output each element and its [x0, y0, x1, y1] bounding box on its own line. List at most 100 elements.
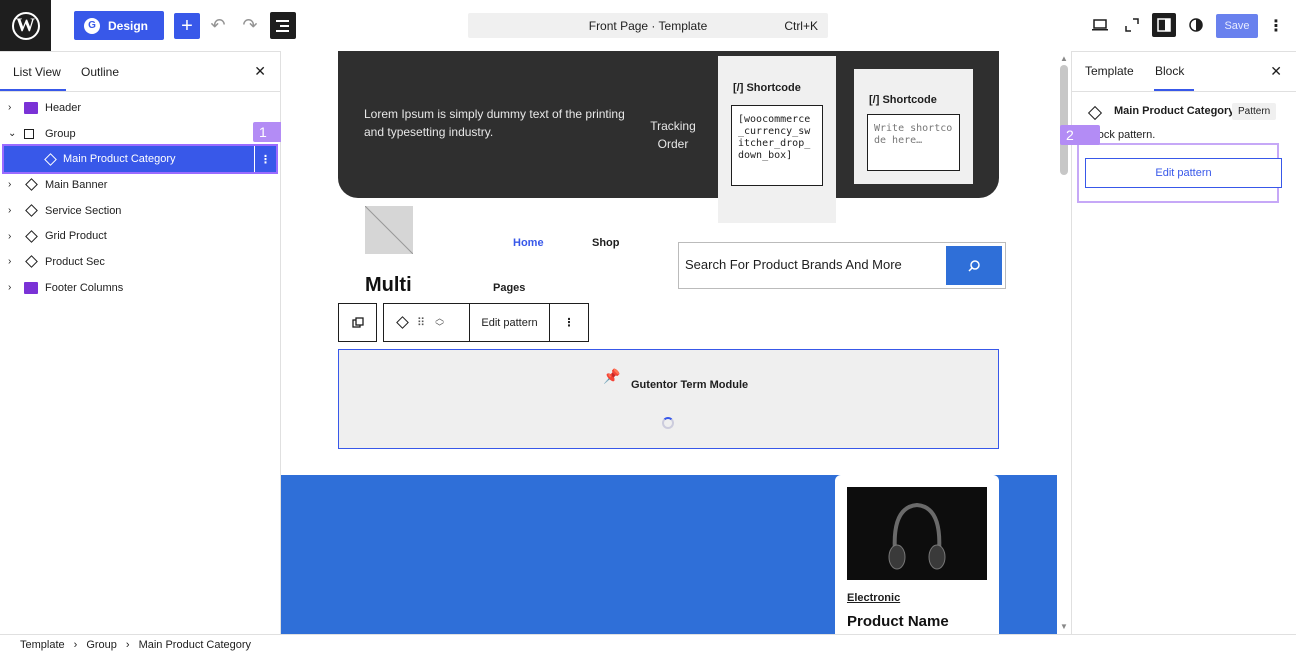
- annotation-badge-2: 2: [1060, 125, 1100, 145]
- shortcode-title: [/] Shortcode: [733, 82, 801, 94]
- scrollbar-thumb[interactable]: [1060, 65, 1068, 175]
- search-icon: [968, 259, 980, 272]
- pattern-icon: [25, 229, 38, 243]
- tab-list-view[interactable]: List View: [13, 65, 61, 79]
- list-item-selected[interactable]: Main Product Category ⋮: [2, 144, 278, 175]
- list-item[interactable]: › Main Banner: [0, 172, 280, 198]
- options-menu-icon[interactable]: ⋮: [1268, 14, 1284, 38]
- group-icon: [351, 316, 364, 328]
- block-switcher[interactable]: ⠿ ︿ ﹀: [383, 303, 470, 342]
- chevron-right-icon[interactable]: ›: [8, 231, 11, 242]
- more-options-icon[interactable]: ⋮: [254, 146, 276, 173]
- wordpress-logo-button[interactable]: W: [0, 0, 51, 51]
- list-item[interactable]: › Grid Product: [0, 223, 280, 249]
- list-item[interactable]: › Footer Columns: [0, 275, 280, 301]
- hero-section[interactable]: Lorem Ipsum is simply dummy text of the …: [338, 51, 999, 223]
- edit-pattern-toolbar-button[interactable]: Edit pattern: [470, 303, 550, 342]
- group-icon: [24, 128, 34, 139]
- product-card[interactable]: Electronic Product Name: [835, 475, 999, 634]
- chevron-right-icon[interactable]: ›: [8, 205, 11, 216]
- list-item-label: Product Sec: [45, 255, 105, 268]
- pattern-badge: Pattern: [1232, 103, 1277, 120]
- tracking-order-link[interactable]: Tracking Order: [638, 117, 708, 153]
- pin-icon: 📌: [603, 368, 621, 384]
- save-button[interactable]: Save: [1216, 14, 1258, 38]
- pattern-icon: [25, 255, 38, 269]
- search-button[interactable]: [946, 246, 1002, 285]
- more-options-icon[interactable]: ⋮: [550, 303, 589, 342]
- chevron-right-icon[interactable]: ›: [8, 256, 11, 267]
- product-image[interactable]: [847, 487, 987, 580]
- command-title: Front Page · Template: [588, 18, 708, 33]
- product-name[interactable]: Product Name: [847, 613, 949, 630]
- site-logo-placeholder[interactable]: [365, 206, 413, 254]
- nav-link-pages[interactable]: Pages: [493, 282, 525, 294]
- shortcode-field[interactable]: Write shortcode here…: [867, 114, 960, 171]
- list-item[interactable]: › Header: [0, 95, 280, 121]
- pattern-icon: [25, 204, 38, 217]
- shortcode-block[interactable]: [/] Shortcode [woocommerce_currency_swit…: [718, 56, 836, 223]
- list-item-label: Service Section: [45, 204, 122, 217]
- pattern-icon: [25, 178, 38, 192]
- chevron-down-icon[interactable]: ⌄: [8, 128, 16, 139]
- styles-icon[interactable]: [1184, 13, 1208, 37]
- breadcrumb: Template › Group › Main Product Category: [0, 634, 1296, 654]
- site-title[interactable]: Multi: [365, 274, 412, 297]
- shortcode-block[interactable]: [/] Shortcode Write shortcode here…: [854, 69, 973, 184]
- shortcode-title: [/] Shortcode: [869, 94, 937, 106]
- list-item[interactable]: ⌄ Group: [0, 121, 280, 147]
- move-up-down-icon[interactable]: ︿ ﹀: [435, 313, 444, 332]
- pattern-icon: [396, 316, 409, 329]
- command-shortcut: Ctrl+K: [784, 18, 818, 33]
- breadcrumb-item[interactable]: Main Product Category: [139, 639, 252, 651]
- settings-sidebar-toggle[interactable]: [1152, 13, 1176, 37]
- tab-block[interactable]: Block: [1155, 64, 1184, 78]
- design-button-label: Design: [108, 18, 149, 33]
- list-item-label: Main Product Category: [63, 153, 176, 166]
- add-block-button[interactable]: +: [174, 13, 200, 39]
- term-module-title: Gutentor Term Module: [631, 379, 749, 391]
- tab-outline[interactable]: Outline: [81, 65, 119, 79]
- select-parent-button[interactable]: [338, 303, 377, 342]
- shortcode-field[interactable]: [woocommerce_currency_switcher_drop_down…: [731, 105, 823, 186]
- desktop-preview-icon[interactable]: [1088, 13, 1112, 37]
- close-icon[interactable]: ✕: [1270, 63, 1282, 80]
- edit-pattern-button[interactable]: Edit pattern: [1085, 158, 1282, 188]
- block-tree: › Header ⌄ Group Main Product Category ⋮…: [0, 95, 280, 301]
- divider: [1072, 91, 1296, 92]
- list-item-label: Header: [45, 101, 82, 114]
- list-item-label: Main Banner: [45, 178, 108, 191]
- gutentor-icon: G: [84, 17, 100, 34]
- breadcrumb-item[interactable]: Group: [86, 639, 117, 651]
- term-module-block[interactable]: 📌 Gutentor Term Module: [338, 349, 999, 449]
- hero-text: Lorem Ipsum is simply dummy text of the …: [364, 107, 625, 139]
- tab-template[interactable]: Template: [1085, 64, 1134, 78]
- close-icon[interactable]: ✕: [254, 63, 266, 80]
- wordpress-icon: W: [11, 11, 40, 40]
- list-view-panel: List View Outline ✕ › Header ⌄ Group Mai…: [0, 51, 281, 634]
- command-palette-bar[interactable]: Front Page · Template Ctrl+K: [468, 13, 828, 38]
- editor-canvas[interactable]: Lorem Ipsum is simply dummy text of the …: [281, 51, 1057, 634]
- scroll-up-icon[interactable]: ▲: [1060, 54, 1068, 63]
- document-overview-button[interactable]: [270, 12, 296, 39]
- chevron-right-icon[interactable]: ›: [8, 179, 11, 190]
- template-part-icon: [24, 281, 38, 294]
- breadcrumb-item[interactable]: Template: [20, 639, 65, 651]
- search-input[interactable]: Search For Product Brands And More: [685, 257, 902, 272]
- product-category-link[interactable]: Electronic: [847, 592, 900, 604]
- design-button[interactable]: G Design: [74, 11, 164, 40]
- drag-handle-icon[interactable]: ⠿: [417, 316, 425, 329]
- nav-link-shop[interactable]: Shop: [592, 237, 620, 249]
- nav-link-home[interactable]: Home: [513, 237, 544, 249]
- scroll-down-icon[interactable]: ▼: [1060, 622, 1068, 631]
- chevron-right-icon[interactable]: ›: [8, 102, 11, 113]
- list-item[interactable]: › Product Sec: [0, 249, 280, 275]
- fullscreen-icon[interactable]: [1120, 13, 1144, 37]
- redo-icon[interactable]: ↷: [239, 14, 261, 36]
- undo-icon[interactable]: ↶: [207, 14, 229, 36]
- block-card-title: Main Product Category: [1114, 105, 1235, 117]
- chevron-right-icon[interactable]: ›: [8, 282, 11, 293]
- list-item[interactable]: › Service Section: [0, 198, 280, 224]
- pattern-icon: [1087, 105, 1103, 121]
- active-tab-indicator: [0, 89, 66, 91]
